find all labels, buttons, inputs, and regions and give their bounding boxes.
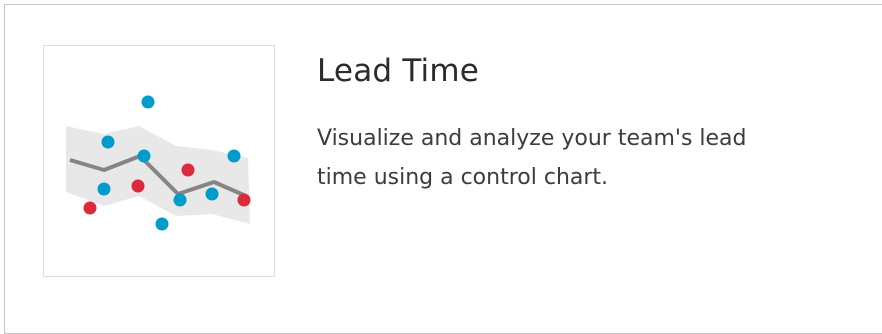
red-point <box>83 201 97 215</box>
blue-point <box>155 217 169 231</box>
red-point <box>237 193 251 207</box>
widget-title: Lead Time <box>317 53 479 89</box>
blue-point <box>97 182 111 196</box>
description-line: time using a control chart. <box>317 165 609 190</box>
control-chart-icon <box>66 95 251 231</box>
blue-point <box>173 193 187 207</box>
red-point <box>181 163 195 177</box>
red-point <box>131 179 145 193</box>
blue-point <box>141 95 155 109</box>
widget-thumbnail <box>43 45 275 277</box>
blue-point <box>101 135 115 149</box>
blue-point <box>205 187 219 201</box>
blue-point <box>137 149 151 163</box>
widget-card[interactable]: Lead Time Visualize and analyze your tea… <box>4 4 882 334</box>
widget-description: Visualize and analyze your team's lead t… <box>317 119 877 197</box>
description-line: Visualize and analyze your team's lead <box>317 126 747 151</box>
blue-point <box>227 149 241 163</box>
